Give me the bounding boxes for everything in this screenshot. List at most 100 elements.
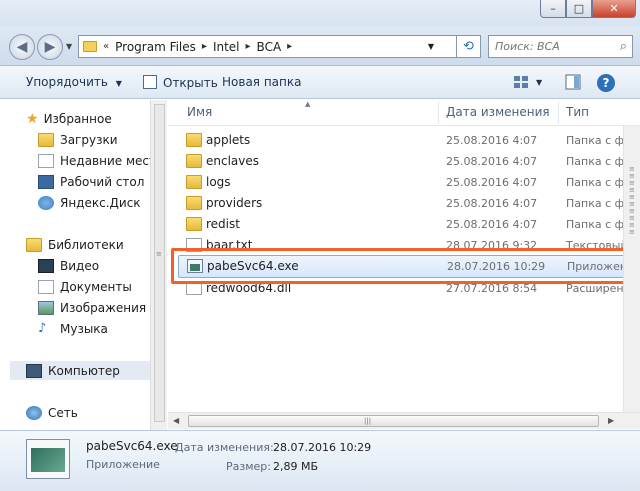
chevron-down-icon: ▼	[536, 78, 543, 87]
documents-icon	[38, 279, 54, 294]
file-date: 25.08.2016 4:07	[446, 134, 538, 147]
network-icon	[26, 405, 42, 420]
file-row-applets[interactable]: applets 25.08.2016 4:07 Папка с фай	[178, 130, 640, 151]
file-row-providers[interactable]: providers 25.08.2016 4:07 Папка с фай	[178, 193, 640, 214]
desktop-icon	[38, 174, 54, 189]
grip-icon: |||	[364, 417, 372, 425]
preview-pane-icon	[565, 74, 581, 90]
window-controls: – □ ✕	[540, 0, 636, 18]
view-icon	[514, 76, 528, 88]
horizontal-scrollbar-thumb[interactable]: |||	[188, 415, 599, 427]
search-icon[interactable]: ⌕	[620, 39, 627, 54]
images-icon	[38, 300, 54, 315]
details-date-label: Дата изменения:	[175, 441, 274, 454]
file-date: 25.08.2016 4:07	[446, 176, 538, 189]
new-folder-label: Новая папка	[222, 75, 302, 89]
forward-arrow-icon: ▶	[44, 39, 56, 55]
address-dropdown-icon[interactable]: ▼	[428, 42, 434, 51]
breadcrumb-bca[interactable]: BCA	[257, 40, 282, 54]
nav-network-label: Сеть	[48, 405, 78, 420]
folder-icon	[186, 196, 202, 210]
search-input[interactable]	[495, 40, 610, 53]
nav-computer[interactable]: Компьютер	[10, 361, 150, 380]
column-type[interactable]: Тип	[566, 105, 589, 119]
grip-icon: ≡	[156, 250, 162, 258]
file-row-redist[interactable]: redist 25.08.2016 4:07 Папка с фай	[178, 214, 640, 235]
open-icon	[143, 75, 157, 89]
breadcrumb[interactable]: « Program Files ▸ Intel ▸ BCA ▸ ▼	[78, 35, 457, 58]
open-label: Открыть	[163, 76, 218, 90]
cloud-icon	[38, 195, 54, 210]
new-folder-button[interactable]: Новая папка	[222, 75, 301, 89]
sort-ascending-icon: ▲	[305, 100, 311, 108]
file-row-logs[interactable]: logs 25.08.2016 4:07 Папка с фай	[178, 172, 640, 193]
nav-item-label: Изображения	[60, 300, 147, 315]
nav-scrollbar-thumb[interactable]	[154, 104, 165, 422]
organize-button[interactable]: Упорядочить ▼	[26, 75, 122, 89]
scroll-right-icon[interactable]: ▶	[608, 416, 614, 425]
nav-item-label: Недавние места	[60, 153, 164, 168]
file-name: applets	[206, 133, 251, 147]
nav-item-label: Музыка	[60, 321, 108, 336]
column-date[interactable]: Дата изменения	[446, 105, 550, 119]
file-name: redist	[206, 217, 240, 231]
details-size-label: Размер:	[226, 460, 271, 473]
preview-pane-button[interactable]	[565, 74, 581, 90]
title-bar: – □ ✕	[0, 0, 640, 26]
nav-libraries-label: Библиотеки	[48, 237, 124, 252]
nav-item-label: Видео	[60, 258, 100, 273]
breadcrumb-intel[interactable]: Intel	[213, 40, 240, 54]
details-file-type: Приложение	[86, 458, 160, 471]
column-divider[interactable]	[558, 102, 559, 124]
details-date-value: 28.07.2016 10:29	[273, 441, 372, 454]
folder-icon	[186, 133, 202, 147]
chevron-right-icon[interactable]: ▸	[287, 41, 292, 52]
folder-icon	[186, 154, 202, 168]
file-row-enclaves[interactable]: enclaves 25.08.2016 4:07 Папка с фай	[178, 151, 640, 172]
refresh-icon: ⟲	[463, 39, 474, 54]
organize-label: Упорядочить	[26, 75, 108, 89]
breadcrumb-overflow[interactable]: «	[103, 41, 109, 52]
breadcrumb-program-files[interactable]: Program Files	[115, 40, 196, 54]
navigation-pane: ★ Избранное Загрузки Недавние места Рабо…	[0, 100, 163, 430]
refresh-button[interactable]: ⟲	[457, 35, 481, 58]
forward-button[interactable]: ▶	[37, 34, 63, 60]
grip-icon: ≡ ≡ ≡ ≡ ≡ ≡ ≡ ≡ ≡ ≡	[629, 165, 635, 236]
folder-icon	[186, 175, 202, 189]
file-name: logs	[206, 175, 231, 189]
maximize-button[interactable]: □	[566, 0, 592, 18]
scroll-left-icon[interactable]: ◀	[173, 416, 179, 425]
command-bar: Упорядочить ▼ Открыть Новая папка ▼ ?	[0, 66, 640, 99]
search-box[interactable]: ⌕	[488, 35, 633, 58]
open-button[interactable]: Открыть	[143, 75, 218, 90]
recent-places-icon	[38, 153, 54, 168]
recent-pages-dropdown[interactable]: ▼	[66, 42, 72, 51]
nav-favorites-label: Избранное	[43, 111, 112, 126]
file-list-horizontal-scrollbar[interactable]: ◀ ||| ▶	[168, 412, 640, 429]
column-name[interactable]: Имя	[187, 105, 212, 119]
nav-computer-label: Компьютер	[48, 363, 120, 378]
nav-item-label: Рабочий стол	[60, 174, 145, 189]
file-list-vertical-scrollbar[interactable]: ≡ ≡ ≡ ≡ ≡ ≡ ≡ ≡ ≡ ≡	[623, 126, 640, 412]
back-arrow-icon: ◀	[16, 39, 28, 55]
folder-icon	[83, 41, 97, 52]
column-header: ▲ Имя Дата изменения Тип	[168, 100, 640, 126]
details-file-name: pabeSvc64.exe	[86, 439, 178, 453]
close-button[interactable]: ✕	[592, 0, 636, 18]
library-icon	[26, 237, 42, 252]
change-view-button[interactable]	[513, 74, 529, 90]
help-icon[interactable]: ?	[597, 74, 615, 92]
nav-scrollbar[interactable]: ≡	[150, 100, 167, 430]
back-button[interactable]: ◀	[9, 34, 35, 60]
file-date: 25.08.2016 4:07	[446, 197, 538, 210]
file-date: 25.08.2016 4:07	[446, 155, 538, 168]
chevron-right-icon[interactable]: ▸	[202, 41, 207, 52]
computer-icon	[26, 363, 42, 378]
chevron-down-icon: ▼	[115, 79, 122, 88]
minimize-button[interactable]: –	[540, 0, 566, 18]
star-icon: ★	[26, 110, 39, 127]
view-dropdown[interactable]: ▼	[536, 78, 542, 87]
column-divider[interactable]	[438, 102, 439, 124]
file-date: 25.08.2016 4:07	[446, 218, 538, 231]
chevron-right-icon[interactable]: ▸	[246, 41, 251, 52]
